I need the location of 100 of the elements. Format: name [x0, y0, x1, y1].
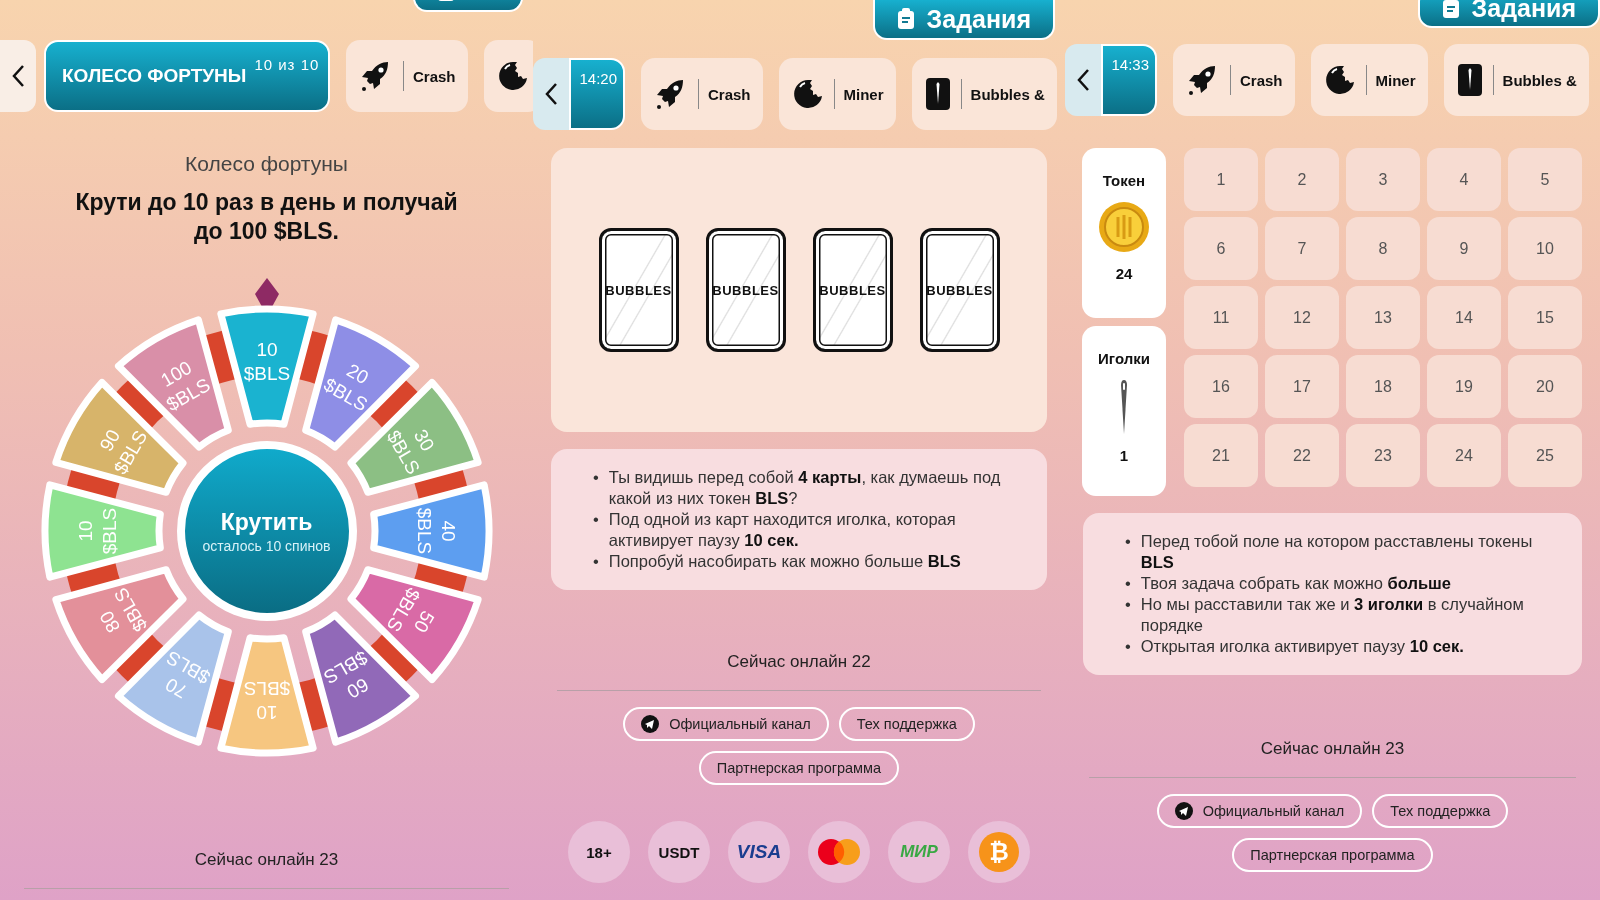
grid-cell[interactable]: 8: [1346, 217, 1420, 280]
grid-cell[interactable]: 10: [1508, 217, 1582, 280]
link-button[interactable]: Партнерская программа: [1232, 838, 1433, 872]
grid-cell[interactable]: 17: [1265, 355, 1339, 418]
prize-label: 100 $BLS: [156, 356, 214, 416]
timer-tab[interactable]: 14:33: [1101, 44, 1157, 116]
rule-text: Под одной из карт находится иголка, которая активирует паузу 10 сек.: [608, 509, 957, 551]
needle-icon: [923, 77, 952, 111]
counter-value: 24: [1115, 265, 1133, 282]
prize-label: 60 $BLS: [319, 646, 372, 703]
clipboard-icon: [896, 8, 915, 30]
counter-value: 1: [1119, 447, 1129, 464]
timer-tab[interactable]: 14:20: [569, 58, 625, 130]
coin-icon: [1098, 201, 1150, 253]
bullet: •: [593, 509, 599, 530]
prize-label: 20 $BLS: [319, 359, 372, 416]
grid-cell[interactable]: 25: [1508, 424, 1582, 487]
grid-cell[interactable]: 24: [1427, 424, 1501, 487]
game-tab[interactable]: Bubbles &: [1443, 44, 1589, 116]
grid-cell[interactable]: 16: [1184, 355, 1258, 418]
spin-counter: 10 из 10: [254, 56, 320, 73]
spin-label: Крутить: [220, 508, 313, 536]
back-button[interactable]: [1065, 44, 1101, 116]
game-tab[interactable]: Bubbles &: [911, 58, 1057, 130]
link-button[interactable]: Официальный канал: [623, 707, 829, 741]
badge: 18+: [568, 821, 630, 883]
bullet: •: [1125, 573, 1131, 594]
grid-cell[interactable]: 11: [1184, 286, 1258, 349]
tab-title: КОЛЕСО ФОРТУНЫ: [62, 65, 247, 87]
game-tab[interactable]: [483, 40, 533, 112]
counter-label: Иголки: [1098, 350, 1150, 367]
bubble-card[interactable]: BUBBLES: [705, 228, 786, 352]
counter-label: Токен: [1102, 172, 1146, 189]
needle-icon: [1455, 63, 1484, 97]
link-button[interactable]: Тех поддержка: [1372, 794, 1509, 828]
grid-cell[interactable]: 15: [1508, 286, 1582, 349]
back-icon: [544, 82, 558, 106]
grid-cell[interactable]: 21: [1184, 424, 1258, 487]
rule-text: Но мы расставили так же и 3 иголки в случайном порядке: [1140, 594, 1525, 636]
grid-cell[interactable]: 18: [1346, 355, 1420, 418]
grid-cell[interactable]: 12: [1265, 286, 1339, 349]
grid-cell[interactable]: 1: [1184, 148, 1258, 211]
grid-cell[interactable]: 23: [1346, 424, 1420, 487]
bullet: •: [1125, 594, 1131, 615]
bullet: •: [1125, 531, 1131, 552]
mastercard-icon: [817, 838, 861, 866]
grid-cell[interactable]: 13: [1346, 286, 1420, 349]
grid-cell[interactable]: 3: [1346, 148, 1420, 211]
wheel-tab[interactable]: КОЛЕСО ФОРТУНЫ 10 из 10: [44, 40, 330, 112]
game-tab[interactable]: Crash: [1173, 44, 1295, 116]
game-tab[interactable]: Miner: [1310, 44, 1428, 116]
bubble-card[interactable]: BUBBLES: [812, 228, 893, 352]
grid-cell[interactable]: 2: [1265, 148, 1339, 211]
grid-cell[interactable]: 7: [1265, 217, 1339, 280]
back-button[interactable]: [533, 58, 569, 130]
spins-left: осталось 10 спинов: [202, 537, 331, 554]
rule-text: Открытая иголка активирует паузу 10 сек.: [1140, 636, 1464, 657]
back-icon: [1076, 68, 1090, 92]
rule-text: Твоя задача собрать как можно больше: [1140, 573, 1451, 594]
rule-text: Ты видишь перед собой 4 карты, как думаешь под какой из них токен BLS?: [608, 467, 1002, 509]
clipboard-icon: [1441, 0, 1460, 19]
game-tab[interactable]: Crash: [641, 58, 763, 130]
grid-cell[interactable]: 5: [1508, 148, 1582, 211]
online-count: Сейчас онлайн 22: [726, 652, 872, 672]
game-tab[interactable]: Crash: [346, 40, 468, 112]
bullet: •: [1125, 636, 1131, 657]
online-count: Сейчас онлайн 23: [193, 850, 340, 870]
bullet: •: [593, 467, 599, 488]
link-button[interactable]: Официальный канал: [1156, 794, 1363, 828]
prize-label: 10 $BLS: [74, 507, 120, 555]
spin-button[interactable]: Крутить осталось 10 спинов: [176, 441, 357, 621]
grid-cell[interactable]: 19: [1427, 355, 1501, 418]
grid-cell[interactable]: 9: [1427, 217, 1501, 280]
bitcoin-icon: ₿: [979, 832, 1019, 872]
grid-cell[interactable]: 14: [1427, 286, 1501, 349]
page-subtitle: Колесо фортуны: [184, 152, 349, 176]
telegram-icon: [641, 715, 660, 733]
prize-label: 10 $BLS: [243, 678, 290, 723]
prize-label: 40 $BLS: [413, 507, 459, 555]
link-button[interactable]: Тех поддержка: [838, 707, 975, 741]
game-tab[interactable]: Miner: [778, 58, 896, 130]
card-label: BUBBLES: [712, 282, 779, 298]
back-button[interactable]: [0, 40, 36, 112]
bubble-card[interactable]: BUBBLES: [598, 228, 679, 352]
link-button[interactable]: Партнерская программа: [698, 751, 900, 785]
bullet: •: [593, 551, 599, 572]
badge: USDT: [648, 821, 710, 883]
grid-cell[interactable]: 4: [1427, 148, 1501, 211]
telegram-icon: [1174, 802, 1193, 820]
online-count: Сейчас онлайн 23: [1259, 739, 1406, 759]
grid-cell[interactable]: 6: [1184, 217, 1258, 280]
page-heading: Крути до 10 раз в день и получай до 100 $BLS.: [74, 188, 459, 246]
bubble-card[interactable]: BUBBLES: [919, 228, 1000, 352]
grid-cell[interactable]: 20: [1508, 355, 1582, 418]
mir-logo: МИР: [888, 821, 950, 883]
grid-cell[interactable]: 22: [1265, 424, 1339, 487]
prize-label: 70 $BLS: [161, 646, 214, 703]
tasks-button[interactable]: Задания: [872, 0, 1055, 40]
prize-label: 10 $BLS: [243, 339, 290, 384]
rule-text: Попробуй насобирать как можно больше BLS: [608, 551, 961, 572]
